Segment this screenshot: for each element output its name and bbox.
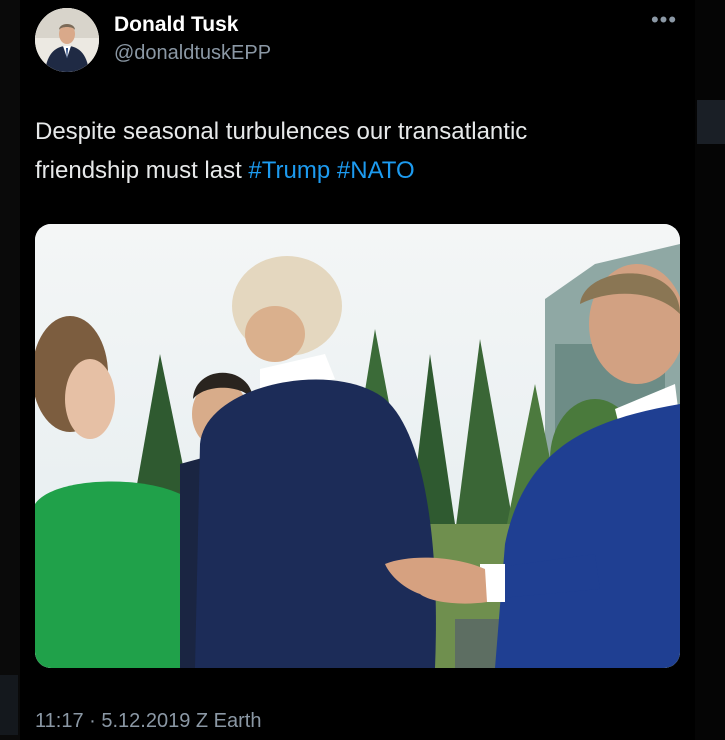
page: Donald Tusk @donaldtuskEPP ••• Despite s… [0,0,725,740]
tweet-card: Donald Tusk @donaldtuskEPP ••• Despite s… [20,0,695,740]
hashtag-trump[interactable]: #Trump [248,157,330,184]
tweet-timestamp[interactable]: 11:17 · 5.12.2019 Z Earth [35,710,261,733]
avatar-image [35,8,99,72]
background-column-right [695,0,725,740]
author-handle[interactable]: @donaldtuskEPP [114,42,271,65]
tweet-text: Despite seasonal turbulences our transat… [35,112,635,190]
more-options-button[interactable]: ••• [648,7,680,38]
photo-image [35,224,680,668]
background-panel-left [0,675,18,735]
author-name[interactable]: Donald Tusk [114,13,238,37]
author-avatar[interactable] [35,8,99,72]
hashtag-nato[interactable]: #NATO [337,157,415,184]
background-thumbnail [697,100,725,144]
tweet-photo[interactable] [35,224,680,668]
background-column-left [0,0,22,740]
more-dots-icon: ••• [650,7,678,32]
